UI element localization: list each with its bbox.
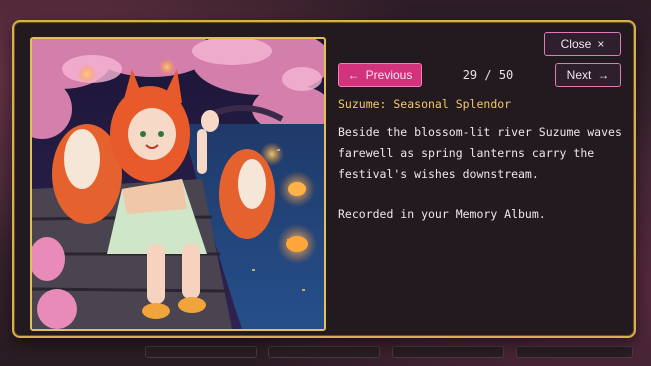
next-button[interactable]: Next → xyxy=(555,63,621,87)
page-counter: 29 / 50 xyxy=(462,68,514,82)
album-note: Recorded in your Memory Album. xyxy=(338,207,546,221)
background-tile xyxy=(145,346,257,358)
next-label: Next xyxy=(566,68,592,82)
background-tile xyxy=(268,346,380,358)
close-label: Close xyxy=(560,37,592,51)
memory-description: Beside the blossom-lit river Suzume wave… xyxy=(338,125,622,181)
previous-label: Previous xyxy=(365,68,413,82)
previous-button[interactable]: ← Previous xyxy=(338,63,422,87)
arrow-left-icon: ← xyxy=(347,68,360,82)
fox-girl-illustration xyxy=(32,39,324,329)
memory-title: Suzume: Seasonal Splendor xyxy=(338,97,512,111)
close-button[interactable]: Close × xyxy=(544,32,621,56)
background-tile xyxy=(516,346,633,358)
background-tile xyxy=(392,346,504,358)
close-icon: × xyxy=(597,37,605,51)
arrow-right-icon: → xyxy=(597,68,610,82)
artwork-frame xyxy=(30,37,326,331)
